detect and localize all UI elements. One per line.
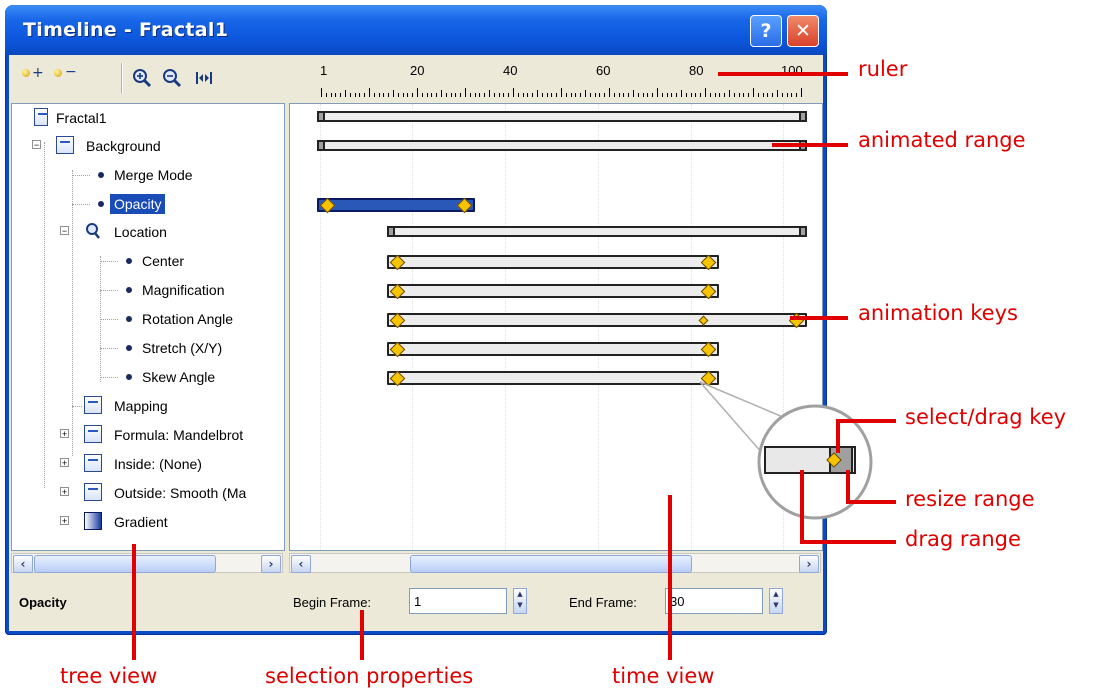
annotation-pointer bbox=[772, 143, 848, 147]
magnifier-callout bbox=[699, 381, 873, 520]
annotation-select-drag-key: select/drag key bbox=[905, 405, 1067, 429]
annotation-pointer bbox=[836, 419, 840, 453]
annotation-animation-keys: animation keys bbox=[858, 301, 1018, 325]
annotation-resize-range: resize range bbox=[905, 487, 1035, 511]
annotation-pointer bbox=[800, 470, 804, 544]
annotation-drag-range: drag range bbox=[905, 527, 1021, 551]
annotation-pointer bbox=[846, 500, 896, 504]
annotation-ruler: ruler bbox=[858, 57, 908, 81]
annotation-time-view: time view bbox=[612, 664, 715, 688]
annotation-pointer bbox=[668, 495, 672, 660]
annotation-animated-range: animated range bbox=[858, 128, 1026, 152]
annotation-pointer bbox=[790, 316, 848, 320]
annotation-tree-view: tree view bbox=[60, 664, 158, 688]
annotation-pointer bbox=[846, 470, 850, 504]
annotation-pointer bbox=[360, 610, 364, 660]
annotation-pointer bbox=[132, 544, 136, 660]
annotation-pointer bbox=[718, 72, 848, 76]
annotation-selection-properties: selection properties bbox=[265, 664, 474, 688]
annotation-pointer bbox=[836, 419, 896, 423]
annotation-pointer bbox=[800, 540, 896, 544]
